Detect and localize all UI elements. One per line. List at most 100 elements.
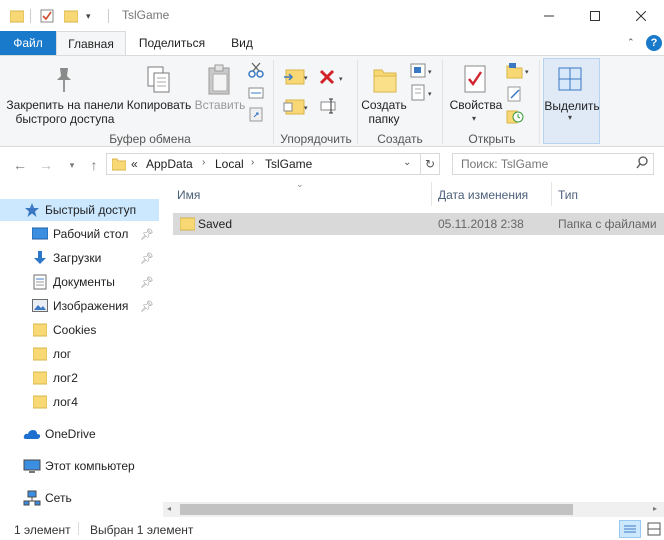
edit-icon[interactable]	[506, 86, 524, 105]
customize-quick-access-icon[interactable]: ▾	[86, 7, 91, 25]
nav-item-label: Рабочий стол	[53, 227, 129, 241]
nav-item-log[interactable]: лог	[0, 343, 159, 365]
file-type: Папка с файлами	[558, 217, 657, 231]
forward-button[interactable]: →	[36, 155, 56, 175]
properties-button[interactable]: Свойства	[446, 98, 506, 112]
breadcrumb-local[interactable]: Local	[215, 157, 244, 171]
star-icon	[24, 202, 40, 221]
select-dropdown-icon: ▾	[568, 113, 573, 122]
clipboard-group-label: Буфер обмена	[109, 132, 191, 146]
close-button[interactable]	[618, 0, 664, 31]
nav-item-downloads[interactable]: Загрузки 📌︎	[0, 247, 159, 269]
scroll-right-icon[interactable]: ▸	[653, 504, 657, 513]
folder-icon	[32, 371, 48, 388]
onedrive-icon	[23, 428, 41, 443]
copy-button[interactable]: Копировать	[125, 98, 193, 112]
address-folder-icon	[111, 157, 127, 174]
paste-button[interactable]: Вставить	[192, 98, 248, 112]
copy-to-icon[interactable]: ▾	[282, 96, 308, 121]
recent-locations-dropdown[interactable]: ▾	[62, 155, 82, 175]
folder-icon	[32, 323, 48, 340]
new-folder-quick-icon[interactable]	[64, 7, 78, 25]
breadcrumb-appdata[interactable]: AppData	[146, 157, 193, 171]
maximize-button[interactable]	[572, 0, 618, 31]
scroll-left-icon[interactable]: ◂	[167, 504, 171, 513]
select-button[interactable]: Выделить ▾	[543, 58, 600, 144]
scrollbar-thumb[interactable]	[180, 504, 573, 515]
new-item-icon[interactable]: ▾	[410, 62, 436, 83]
copy-path-icon[interactable]	[248, 86, 264, 103]
nav-this-pc-label: Этот компьютер	[45, 459, 135, 473]
refresh-icon[interactable]: ↻	[425, 157, 435, 171]
column-header-date[interactable]: Дата изменения	[432, 182, 552, 212]
documents-icon	[33, 274, 47, 293]
column-header-name[interactable]: Имя	[163, 182, 432, 212]
network-icon	[23, 490, 41, 509]
properties-quick-icon[interactable]	[40, 7, 54, 25]
nav-quick-access[interactable]: Быстрый доступ	[0, 199, 159, 221]
pin-to-quick-access-button[interactable]: Закрепить на панели быстрого доступа	[4, 98, 126, 126]
nav-onedrive[interactable]: OneDrive	[0, 423, 159, 445]
cut-icon[interactable]	[248, 62, 264, 81]
pinned-icon: 📌︎	[140, 300, 154, 313]
folder-icon	[32, 347, 48, 364]
history-icon[interactable]	[506, 108, 524, 127]
move-to-icon[interactable]: ▾	[282, 66, 308, 91]
nav-quick-access-label: Быстрый доступ	[45, 203, 137, 217]
open-icon[interactable]: ▾	[506, 62, 532, 83]
breadcrumb-separator-icon[interactable]: ›	[251, 157, 254, 168]
nav-this-pc[interactable]: Этот компьютер	[0, 455, 159, 477]
navigation-pane: Быстрый доступ Рабочий стол 📌︎ Загрузки …	[0, 182, 159, 516]
nav-item-label: Документы	[53, 275, 115, 289]
easy-access-icon[interactable]: ▾	[410, 84, 436, 105]
nav-network-label: Сеть	[45, 491, 72, 505]
horizontal-scrollbar[interactable]: ◂ ▸	[163, 502, 664, 517]
tab-share[interactable]: Поделиться	[131, 31, 213, 55]
rename-icon[interactable]	[320, 98, 338, 117]
nav-item-cookies[interactable]: Cookies	[0, 319, 159, 341]
nav-item-label: Изображения	[53, 299, 129, 313]
nav-item-log4[interactable]: лог4	[0, 391, 159, 413]
copy-icon	[146, 66, 172, 99]
large-icons-view-button[interactable]	[645, 520, 663, 538]
nav-network[interactable]: Сеть	[0, 487, 159, 509]
collapse-ribbon-icon[interactable]: ⌃	[627, 37, 635, 48]
back-button[interactable]: ←	[10, 155, 30, 175]
create-group-label: Создать	[377, 132, 423, 146]
tab-home[interactable]: Главная	[56, 31, 126, 56]
paste-shortcut-icon[interactable]	[248, 106, 264, 125]
address-dropdown-icon[interactable]: ⌄	[403, 157, 411, 168]
nav-item-label: Cookies	[53, 323, 97, 337]
delete-icon[interactable]: ▾	[318, 68, 348, 91]
minimize-button[interactable]	[526, 0, 572, 31]
status-bar: 1 элемент Выбран 1 элемент	[0, 517, 664, 540]
up-button[interactable]: ↑	[84, 155, 104, 175]
properties-dropdown-icon[interactable]: ▾	[472, 114, 476, 123]
nav-item-log2[interactable]: лог2	[0, 367, 159, 389]
nav-item-documents[interactable]: Документы 📌︎	[0, 271, 159, 293]
nav-item-label: Загрузки	[53, 251, 102, 265]
new-folder-button[interactable]: Создать папку	[358, 98, 410, 126]
column-header-type-label: Тип	[558, 188, 579, 202]
details-view-button[interactable]	[619, 520, 641, 538]
address-bar[interactable]: « AppData › Local › TslGame ⌄ ↻	[106, 153, 440, 175]
details-view-icon	[624, 525, 636, 533]
pinned-icon: 📌︎	[140, 252, 154, 265]
column-header-type[interactable]: Тип	[552, 188, 664, 212]
computer-icon	[23, 459, 41, 477]
svg-text:▾: ▾	[304, 75, 308, 82]
breadcrumb-separator-icon[interactable]: ›	[202, 157, 205, 168]
select-label: Выделить	[544, 99, 600, 113]
tab-view[interactable]: Вид	[220, 31, 264, 55]
ribbon-tabs: Файл Главная Поделиться Вид ⌃ ?	[0, 31, 664, 56]
help-icon[interactable]: ?	[646, 35, 662, 51]
pinned-icon: 📌︎	[140, 228, 154, 241]
search-input[interactable]: Поиск: TslGame	[452, 153, 654, 175]
breadcrumb-tslgame[interactable]: TslGame	[265, 157, 312, 171]
nav-item-desktop[interactable]: Рабочий стол 📌︎	[0, 223, 159, 245]
tab-file[interactable]: Файл	[0, 31, 56, 55]
breadcrumb-overflow[interactable]: «	[131, 157, 138, 171]
nav-item-pictures[interactable]: Изображения 📌︎	[0, 295, 159, 317]
table-row[interactable]: Saved 05.11.2018 2:38 Папка с файлами	[173, 213, 664, 235]
pin-label-line1: Закрепить на панели	[6, 98, 124, 112]
